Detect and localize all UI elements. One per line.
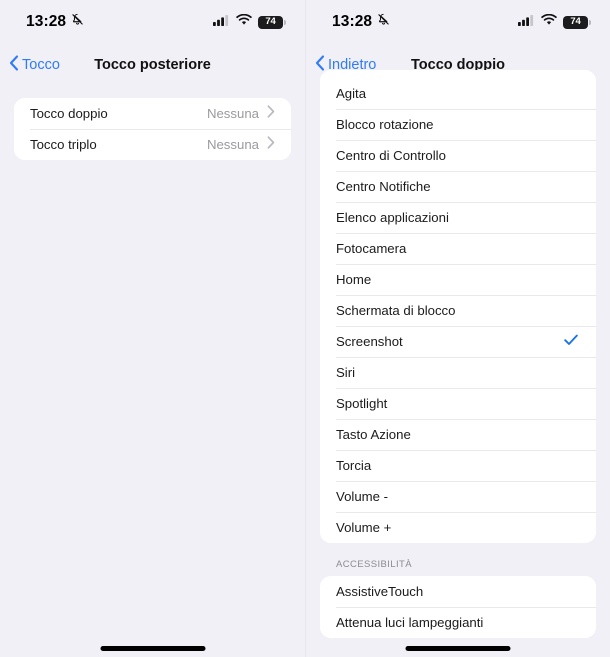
list-item-label: Blocco rotazione [336,117,434,132]
list-item[interactable]: Agita [320,78,596,109]
status-right-group: 74 [213,13,286,31]
list-item-label: Fotocamera [336,241,407,256]
nav-bar-left: Tocco Tocco posteriore [0,44,305,86]
battery-indicator: 74 [258,15,286,29]
home-indicator-left[interactable] [100,646,205,651]
list-item[interactable]: Home [320,264,596,295]
list-item-triple-tap[interactable]: Tocco triplo Nessuna [14,129,291,160]
list-item-label: Schermata di blocco [336,303,456,318]
list-item-label: Tocco triplo [30,137,97,152]
list-item-label: AssistiveTouch [336,584,424,599]
list-item-label: Centro Notifiche [336,179,431,194]
list-item[interactable]: Screenshot [320,326,596,357]
right-phone-screen: 13:28 74 Indietro Tocco doppio Agita Blo… [305,0,610,657]
back-button-right[interactable]: Indietro [306,54,377,76]
list-item-label: Volume - [336,489,389,504]
status-right-group: 74 [518,13,591,31]
list-item[interactable]: Siri [320,357,596,388]
list-item[interactable]: Schermata di blocco [320,295,596,326]
list-item-label: Centro di Controllo [336,148,446,163]
list-item-label: Home [336,272,372,287]
list-item[interactable]: Blocco rotazione [320,109,596,140]
list-item[interactable]: Centro Notifiche [320,171,596,202]
actions-scroll-area[interactable]: Agita Blocco rotazione Centro di Controllo… [306,70,610,657]
back-button-label: Tocco [22,56,60,73]
checkmark-icon [564,333,578,351]
wifi-icon [236,13,252,31]
accessibility-card: AssistiveTouch Attenua luci lampeggianti [320,576,596,638]
list-item[interactable]: Volume + [320,512,596,543]
list-item-label: Tocco doppio [30,106,108,121]
list-item-label: Torcia [336,458,372,473]
section-header-accessibility: ACCESSIBILITÀ [336,559,412,570]
cellular-bars-icon [213,13,230,31]
list-item-label: Volume + [336,520,392,535]
status-left-group: 13:28 [26,13,84,31]
list-item[interactable]: Fotocamera [320,233,596,264]
list-item-label: Spotlight [336,396,388,411]
status-time: 13:28 [26,13,67,31]
dual-screenshot-container: 13:28 74 Tocco Tocco posteriore Tocco do… [0,0,610,657]
list-item-label: Tasto Azione [336,427,411,442]
left-list-section: Tocco doppio Nessuna Tocco triplo Nessun… [0,98,305,160]
list-item-value: Nessuna [206,137,259,152]
accessibility-list: AssistiveTouch Attenua luci lampeggianti [320,576,596,638]
chevron-left-icon [9,54,19,76]
list-item[interactable]: Tasto Azione [320,419,596,450]
list-item-label: Siri [336,365,356,380]
home-indicator-right[interactable] [405,646,511,651]
chevron-right-icon [267,104,275,123]
list-item-double-tap[interactable]: Tocco doppio Nessuna [14,98,291,129]
list-item[interactable]: Torcia [320,450,596,481]
chevron-left-icon [315,54,325,76]
back-tap-options-card: Tocco doppio Nessuna Tocco triplo Nessun… [14,98,291,160]
cellular-bars-icon [518,13,535,31]
chevron-right-icon [267,135,275,154]
list-item[interactable]: Elenco applicazioni [320,202,596,233]
list-item-label: Elenco applicazioni [336,210,449,225]
list-item-label: Agita [336,86,367,101]
list-item-value: Nessuna [206,106,259,121]
back-button-left[interactable]: Tocco [0,54,60,76]
battery-indicator: 74 [563,15,591,29]
list-item[interactable]: AssistiveTouch [320,576,596,607]
actions-list: Agita Blocco rotazione Centro di Controllo… [320,78,596,543]
bell-slash-icon [71,13,84,31]
list-item[interactable]: Spotlight [320,388,596,419]
status-bar-right: 13:28 74 [306,0,610,44]
list-item-label: Attenua luci lampeggianti [336,615,484,630]
wifi-icon [541,13,557,31]
battery-level-text: 74 [265,16,276,28]
list-item-label: Screenshot [336,334,403,349]
bell-slash-icon [377,13,390,31]
status-time: 13:28 [332,13,373,31]
actions-card: Agita Blocco rotazione Centro di Controllo… [320,70,596,543]
list-item[interactable]: Attenua luci lampeggianti [320,607,596,638]
list-item[interactable]: Centro di Controllo [320,140,596,171]
list-item[interactable]: Volume - [320,481,596,512]
status-left-group: 13:28 [332,13,390,31]
status-bar-left: 13:28 74 [0,0,305,44]
back-button-label: Indietro [328,56,377,73]
battery-level-text: 74 [570,16,581,28]
left-phone-screen: 13:28 74 Tocco Tocco posteriore Tocco do… [0,0,305,657]
